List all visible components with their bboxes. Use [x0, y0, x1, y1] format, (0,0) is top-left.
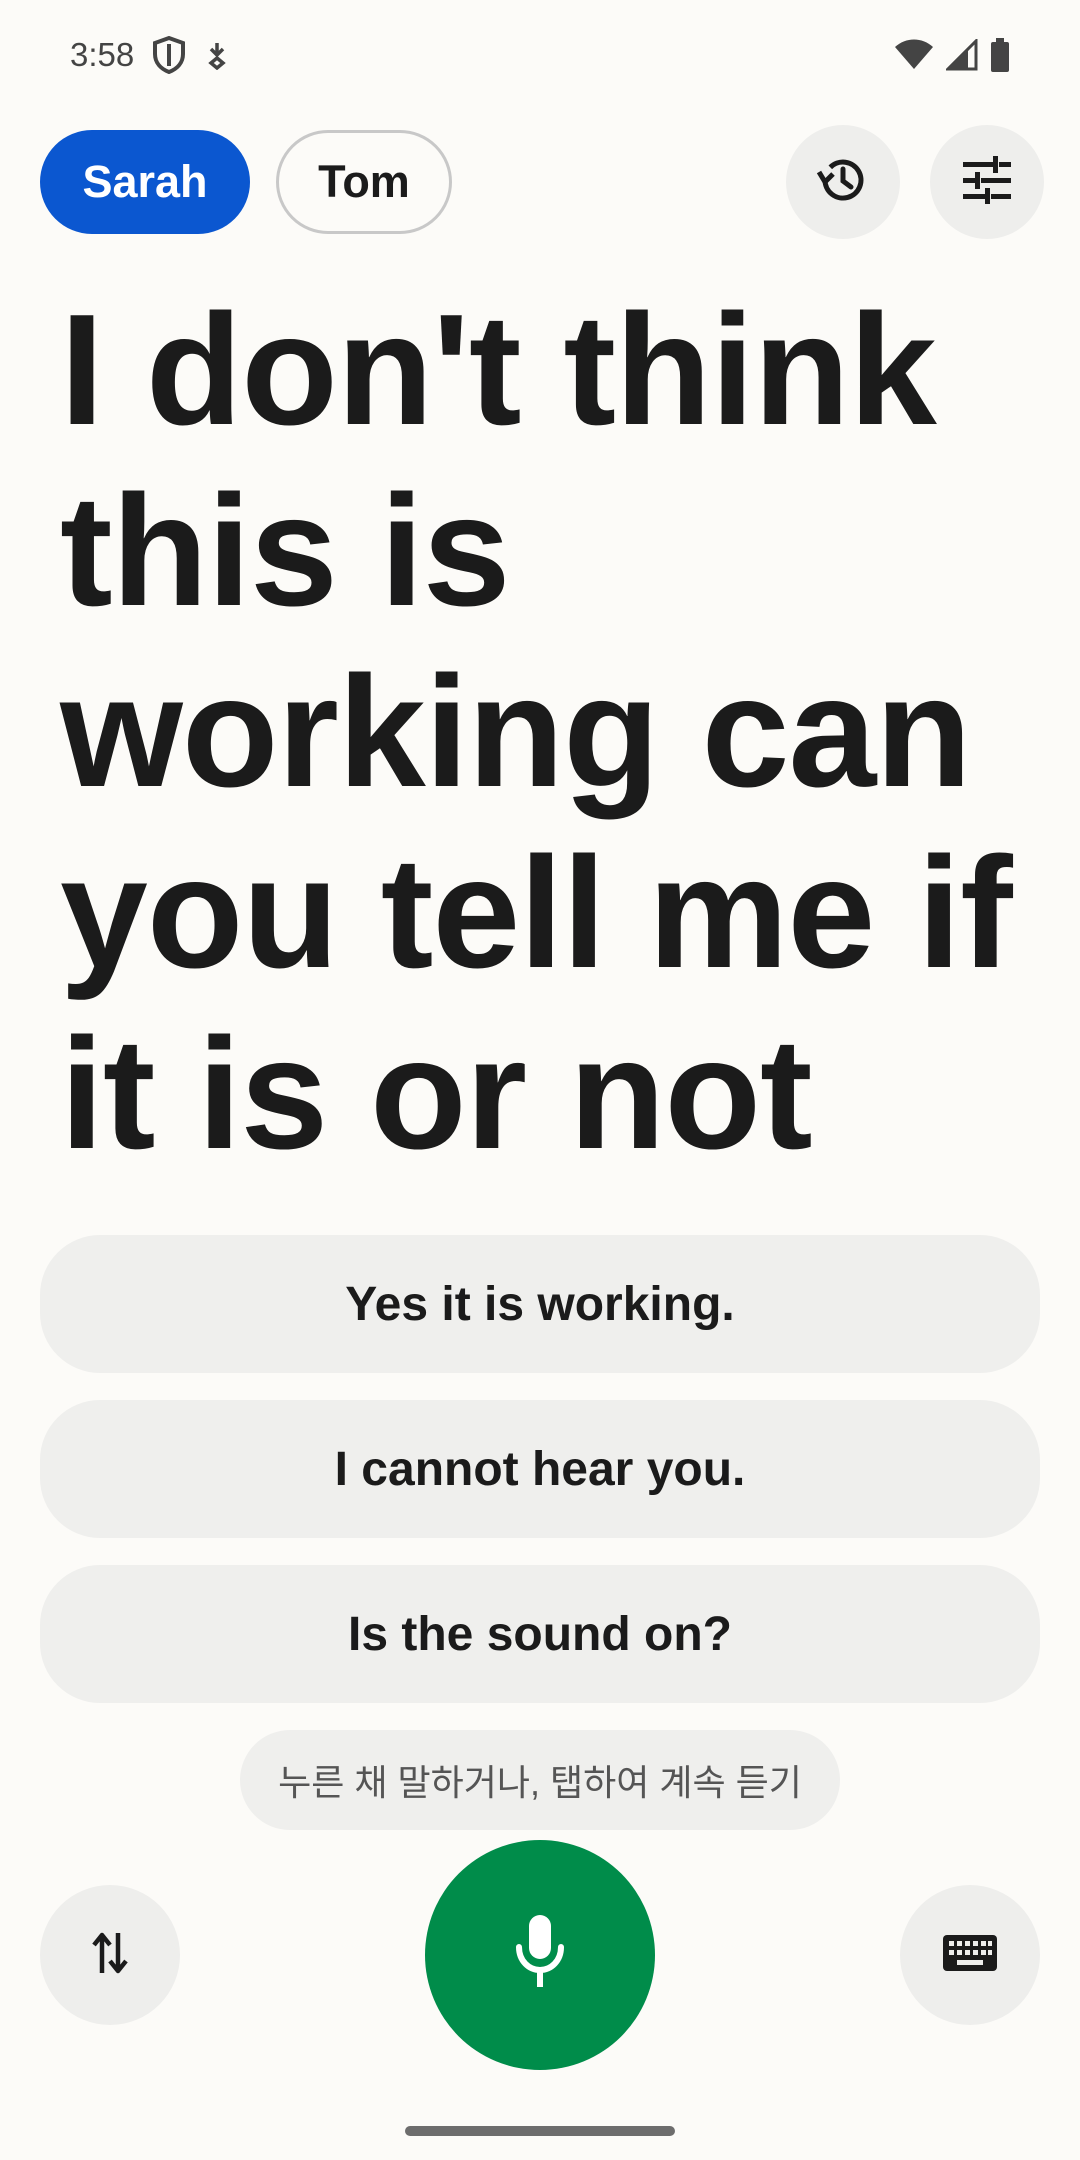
suggestion-button[interactable]: Is the sound on?: [40, 1565, 1040, 1703]
app-screen: 3:58 Sarah Tom I don't think this is wor…: [0, 0, 1080, 2160]
mic-hint-tooltip: 누른 채 말하거나, 탭하여 계속 듣기: [240, 1730, 840, 1830]
live-transcript-text: I don't think this is working can you te…: [60, 282, 1013, 1182]
suggestion-button[interactable]: Yes it is working.: [40, 1235, 1040, 1373]
history-button[interactable]: [786, 125, 900, 239]
speaker-selector: Sarah Tom: [40, 130, 452, 234]
top-actions: [786, 125, 1044, 239]
suggestion-button[interactable]: I cannot hear you.: [40, 1400, 1040, 1538]
status-right: [894, 38, 1010, 72]
wifi-icon: [894, 39, 934, 71]
battery-icon: [990, 38, 1010, 72]
status-left: 3:58: [70, 36, 230, 74]
status-time: 3:58: [70, 36, 135, 73]
status-bar: 3:58: [0, 0, 1080, 110]
shield-icon: [152, 36, 186, 74]
mic-icon: [512, 1913, 568, 1998]
keyboard-icon: [943, 1934, 997, 1976]
suggested-replies: Yes it is working. I cannot hear you. Is…: [40, 1235, 1040, 1703]
home-indicator[interactable]: [405, 2126, 675, 2136]
settings-button[interactable]: [930, 125, 1044, 239]
microphone-button[interactable]: [425, 1840, 655, 2070]
download-indicator-icon: [204, 40, 230, 70]
history-icon: [815, 152, 871, 213]
swap-vert-icon: [90, 1929, 130, 1982]
cellular-signal-icon: [946, 39, 978, 71]
speaker-chip-sarah[interactable]: Sarah: [40, 130, 250, 234]
tune-icon: [961, 155, 1013, 209]
swap-layout-button[interactable]: [40, 1885, 180, 2025]
keyboard-button[interactable]: [900, 1885, 1040, 2025]
speaker-chip-tom[interactable]: Tom: [276, 130, 452, 234]
